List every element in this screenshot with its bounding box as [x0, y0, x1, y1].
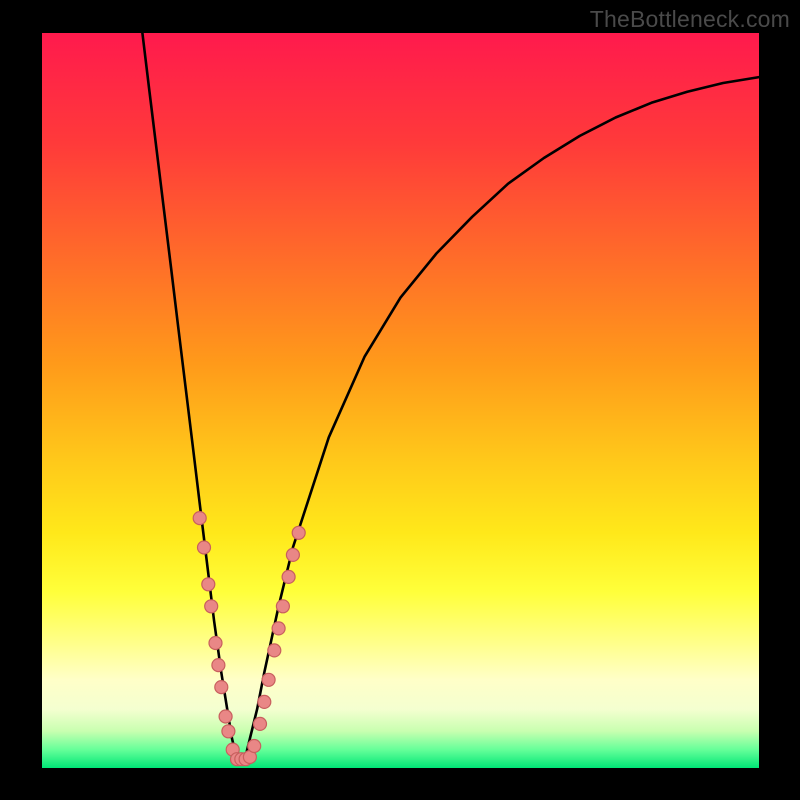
curve-dot	[254, 717, 267, 730]
curve-dot	[193, 512, 206, 525]
watermark-text: TheBottleneck.com	[590, 6, 790, 33]
bottleneck-curve	[42, 33, 759, 768]
curve-dot	[198, 541, 211, 554]
curve-dot	[276, 600, 289, 613]
curve-dot	[209, 637, 222, 650]
curve-dot	[258, 695, 271, 708]
curve-dot	[248, 740, 261, 753]
curve-dot	[268, 644, 281, 657]
curve-dot	[262, 673, 275, 686]
curve-dot	[202, 578, 215, 591]
curve-dot	[222, 725, 235, 738]
curve-dot	[286, 548, 299, 561]
curve-dot	[272, 622, 285, 635]
curve-dot	[215, 681, 228, 694]
curve-dot	[212, 659, 225, 672]
curve-dot	[292, 526, 305, 539]
curve-dot	[219, 710, 232, 723]
curve-dot	[282, 570, 295, 583]
chart-frame: TheBottleneck.com	[0, 0, 800, 800]
curve-dot	[205, 600, 218, 613]
curve-dots	[193, 512, 305, 766]
plot-area	[42, 33, 759, 768]
